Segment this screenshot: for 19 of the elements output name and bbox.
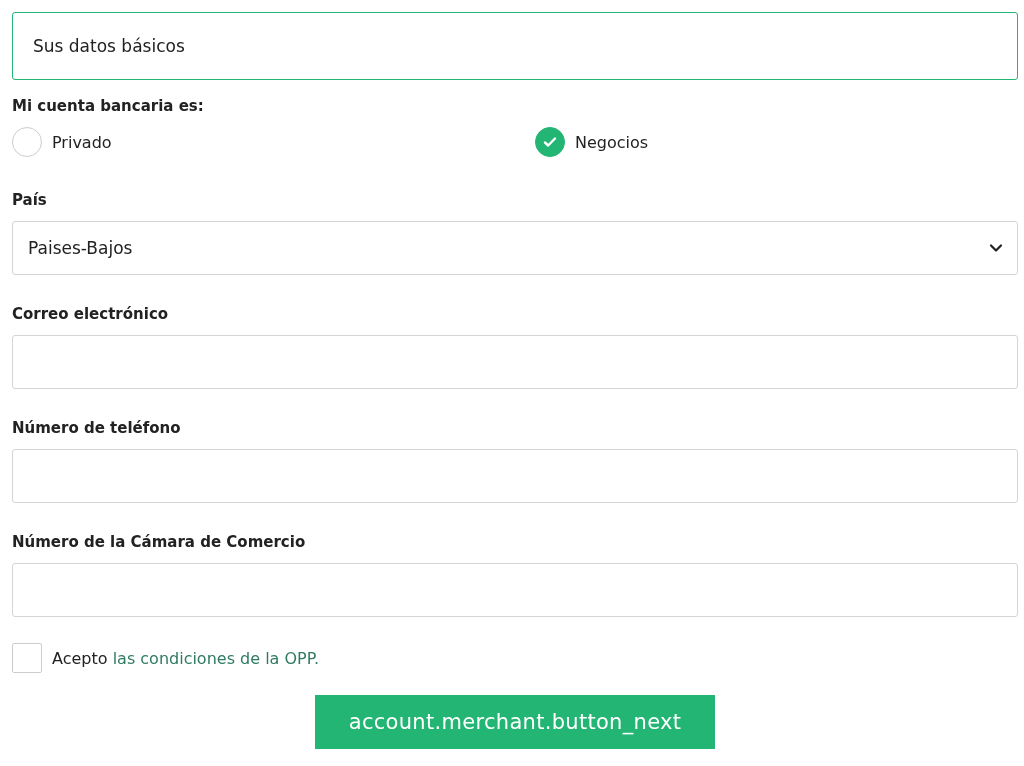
field-label: Número de la Cámara de Comercio — [12, 532, 307, 552]
field-label: Mi cuenta bancaria es: — [12, 96, 205, 116]
chevron-down-icon — [989, 243, 1003, 253]
terms-text: Acepto las condiciones de la OPP. — [52, 648, 319, 668]
country-select[interactable]: Paises-Bajos — [12, 221, 1018, 275]
field-label: País — [12, 190, 48, 210]
field-label: Número de teléfono — [12, 418, 182, 438]
radio-button[interactable] — [535, 127, 565, 157]
radio-label: Privado — [52, 132, 112, 152]
input-field[interactable] — [12, 563, 1018, 617]
check-icon — [542, 134, 558, 150]
radio-label: Negocios — [575, 132, 649, 152]
radio-button[interactable] — [12, 127, 42, 157]
section-header: Sus datos básicos — [12, 12, 1018, 80]
terms-link[interactable]: las condiciones de la OPP. — [112, 648, 319, 668]
input-field[interactable] — [12, 449, 1018, 503]
field-label: Correo electrónico — [12, 304, 170, 324]
checkbox[interactable] — [12, 643, 42, 673]
input-field[interactable] — [12, 335, 1018, 389]
